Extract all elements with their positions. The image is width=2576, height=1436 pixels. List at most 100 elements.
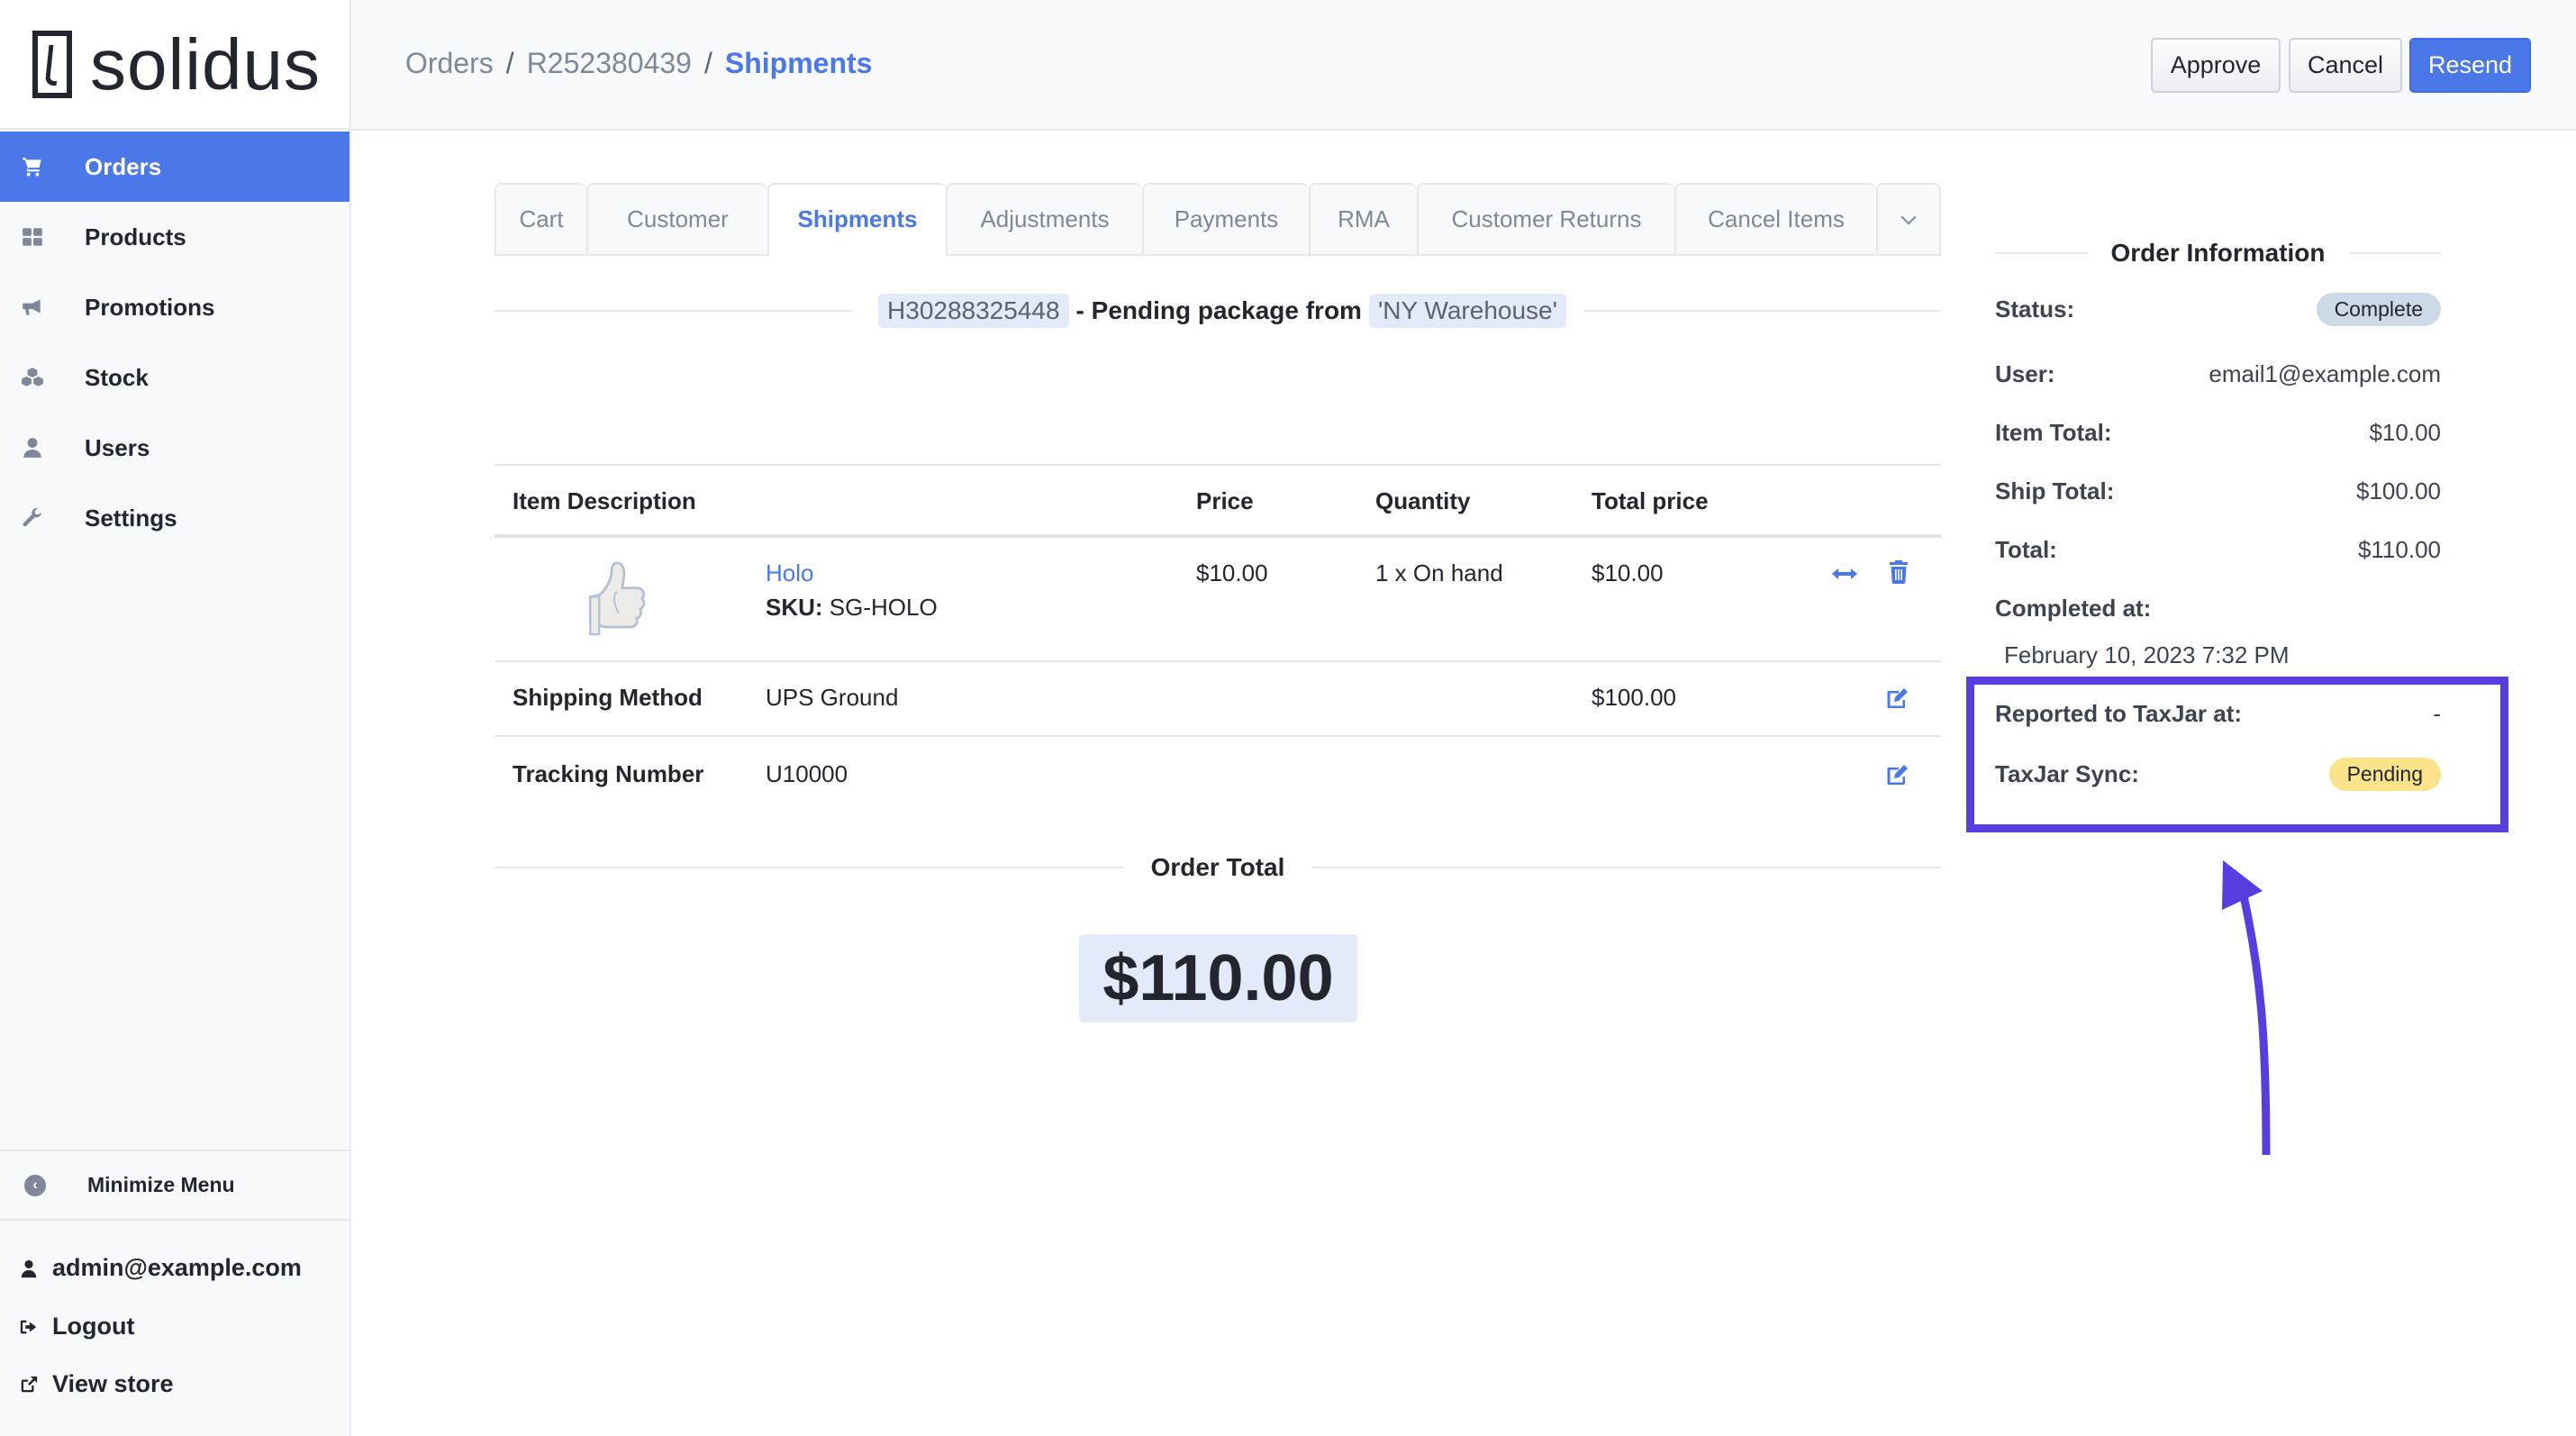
tabs-more-dropdown[interactable] <box>1876 183 1941 256</box>
item-price: $10.00 <box>1196 559 1268 586</box>
divider <box>494 310 852 312</box>
user-row: User: email1@example.com <box>1995 360 2441 388</box>
completed-at-row: Completed at: <box>1995 595 2441 623</box>
tab-rma[interactable]: RMA <box>1309 183 1417 256</box>
table-row-tracking: Tracking Number U10000 <box>494 737 1941 812</box>
breadcrumb-separator: / <box>505 47 514 79</box>
item-total-value: $10.00 <box>2369 419 2441 446</box>
sidebar-item-promotions[interactable]: Promotions <box>0 272 349 342</box>
resend-button[interactable]: Resend <box>2409 38 2531 93</box>
cancel-button[interactable]: Cancel <box>2289 38 2402 93</box>
sidebar-item-label: Settings <box>85 504 177 532</box>
shipment-number: H30288325448 <box>878 294 1069 328</box>
wrench-icon <box>0 506 65 530</box>
sidebar-item-users[interactable]: Users <box>0 413 349 483</box>
user-email-link[interactable]: email1@example.com <box>2209 360 2441 388</box>
tab-customer-returns[interactable]: Customer Returns <box>1417 183 1674 256</box>
item-total-label: Item Total: <box>1995 419 2112 446</box>
completed-at-value-row: February 10, 2023 7:32 PM <box>1995 641 2441 669</box>
reported-to-taxjar-row: Reported to TaxJar at: - <box>1995 700 2441 728</box>
view-store-link[interactable]: View store <box>0 1370 349 1398</box>
status-label: Status: <box>1995 295 2075 323</box>
external-link-icon <box>18 1374 40 1395</box>
sidebar-item-label: Stock <box>85 363 149 391</box>
logout-link[interactable]: Logout <box>0 1313 349 1341</box>
sidebar: solidus Orders Products Promotions Stock <box>0 0 351 1436</box>
sidebar-item-orders[interactable]: Orders <box>0 132 349 202</box>
item-total-price: $10.00 <box>1592 559 1664 586</box>
order-information-title: Order Information <box>2110 239 2326 267</box>
divider <box>1995 252 2088 254</box>
shipment-heading: H30288325448 - Pending package from 'NY … <box>494 288 1941 333</box>
breadcrumb: Orders / R252380439 / Shipments <box>405 41 872 85</box>
tab-adjustments[interactable]: Adjustments <box>946 183 1142 256</box>
logo-text: solidus <box>90 24 322 105</box>
completed-at-value: February 10, 2023 7:32 PM <box>2004 641 2290 668</box>
account-email: admin@example.com <box>52 1254 302 1281</box>
tracking-number-value: U10000 <box>766 760 848 787</box>
shipping-cost: $100.00 <box>1592 684 1676 711</box>
grid-icon <box>0 225 65 249</box>
sidebar-item-label: Products <box>85 223 186 250</box>
annotation-arrow-icon <box>2222 860 2271 1156</box>
stock-location: 'NY Warehouse' <box>1368 294 1566 328</box>
sku-label: SKU: <box>766 594 823 621</box>
logo[interactable]: solidus <box>0 0 349 130</box>
page-header: Orders / R252380439 / Shipments Approve Canc… <box>351 0 2576 131</box>
ship-total-label: Ship Total: <box>1995 477 2115 504</box>
approve-button[interactable]: Approve <box>2151 38 2281 93</box>
shipping-method-label: Shipping Method <box>512 684 703 711</box>
column-header-price: Price <box>1196 487 1254 514</box>
reported-to-taxjar-value: - <box>2433 700 2441 727</box>
product-thumbnail-thumbs-up <box>588 561 646 636</box>
order-total-value: $110.00 <box>1079 934 1357 1022</box>
user-icon <box>0 436 65 459</box>
edit-icon <box>1887 765 1908 785</box>
account-email-link[interactable]: admin@example.com <box>0 1254 349 1282</box>
divider <box>2348 252 2442 254</box>
sidebar-item-label: Orders <box>85 152 162 180</box>
split-item-button[interactable] <box>1832 565 1857 587</box>
arrows-horizontal-icon <box>1832 568 1857 579</box>
order-information-heading: Order Information <box>1995 230 2442 277</box>
item-total-row: Item Total: $10.00 <box>1995 419 2441 447</box>
breadcrumb-orders[interactable]: Orders <box>405 47 494 79</box>
logo-mark-icon <box>32 31 72 98</box>
breadcrumb-current: Shipments <box>724 47 873 79</box>
product-name-link[interactable]: Holo <box>766 559 813 587</box>
completed-at-label: Completed at: <box>1995 595 2152 622</box>
sidebar-item-products[interactable]: Products <box>0 202 349 272</box>
column-header-total-price: Total price <box>1592 487 1709 514</box>
status-row: Status: Complete <box>1995 293 2441 326</box>
order-information-panel: Order Information Status: Complete User:… <box>1995 230 2442 791</box>
user-icon <box>18 1258 40 1279</box>
delete-item-button[interactable] <box>1890 560 1908 588</box>
sku-value: SG-HOLO <box>829 594 938 621</box>
tab-payments[interactable]: Payments <box>1142 183 1309 256</box>
tracking-number-label: Tracking Number <box>512 760 704 787</box>
sidebar-item-stock[interactable]: Stock <box>0 342 349 413</box>
sidebar-item-settings[interactable]: Settings <box>0 483 349 553</box>
table-row: Holo SKU: SG-HOLO $10.00 1 x On hand $10… <box>494 538 1941 662</box>
view-store-label: View store <box>52 1370 174 1397</box>
tab-cart[interactable]: Cart <box>494 183 586 256</box>
edit-tracking-number-button[interactable] <box>1886 764 1909 790</box>
table-row-shipping-method: Shipping Method UPS Ground $100.00 <box>494 662 1941 737</box>
minimize-menu-button[interactable]: ‹ Minimize Menu <box>0 1150 349 1221</box>
tab-customer[interactable]: Customer <box>586 183 767 256</box>
tab-shipments[interactable]: Shipments <box>767 183 946 256</box>
divider <box>494 867 1124 868</box>
breadcrumb-order-number[interactable]: R252380439 <box>527 47 692 79</box>
total-row: Total: $110.00 <box>1995 536 2441 564</box>
shipment-state-text: - Pending package from <box>1075 296 1362 324</box>
cubes-icon <box>0 366 65 389</box>
taxjar-sync-label: TaxJar Sync: <box>1995 760 2139 787</box>
tab-cancel-items[interactable]: Cancel Items <box>1674 183 1876 256</box>
total-value: $110.00 <box>2357 536 2441 563</box>
shipment-heading-text: H30288325448 - Pending package from 'NY … <box>860 294 1584 328</box>
shipment-table: Item Description Price Quantity Total pr… <box>494 464 1941 812</box>
trash-icon <box>1890 560 1908 585</box>
cart-icon <box>0 155 65 178</box>
edit-shipping-method-button[interactable] <box>1886 687 1909 713</box>
reported-to-taxjar-label: Reported to TaxJar at: <box>1995 700 2243 727</box>
